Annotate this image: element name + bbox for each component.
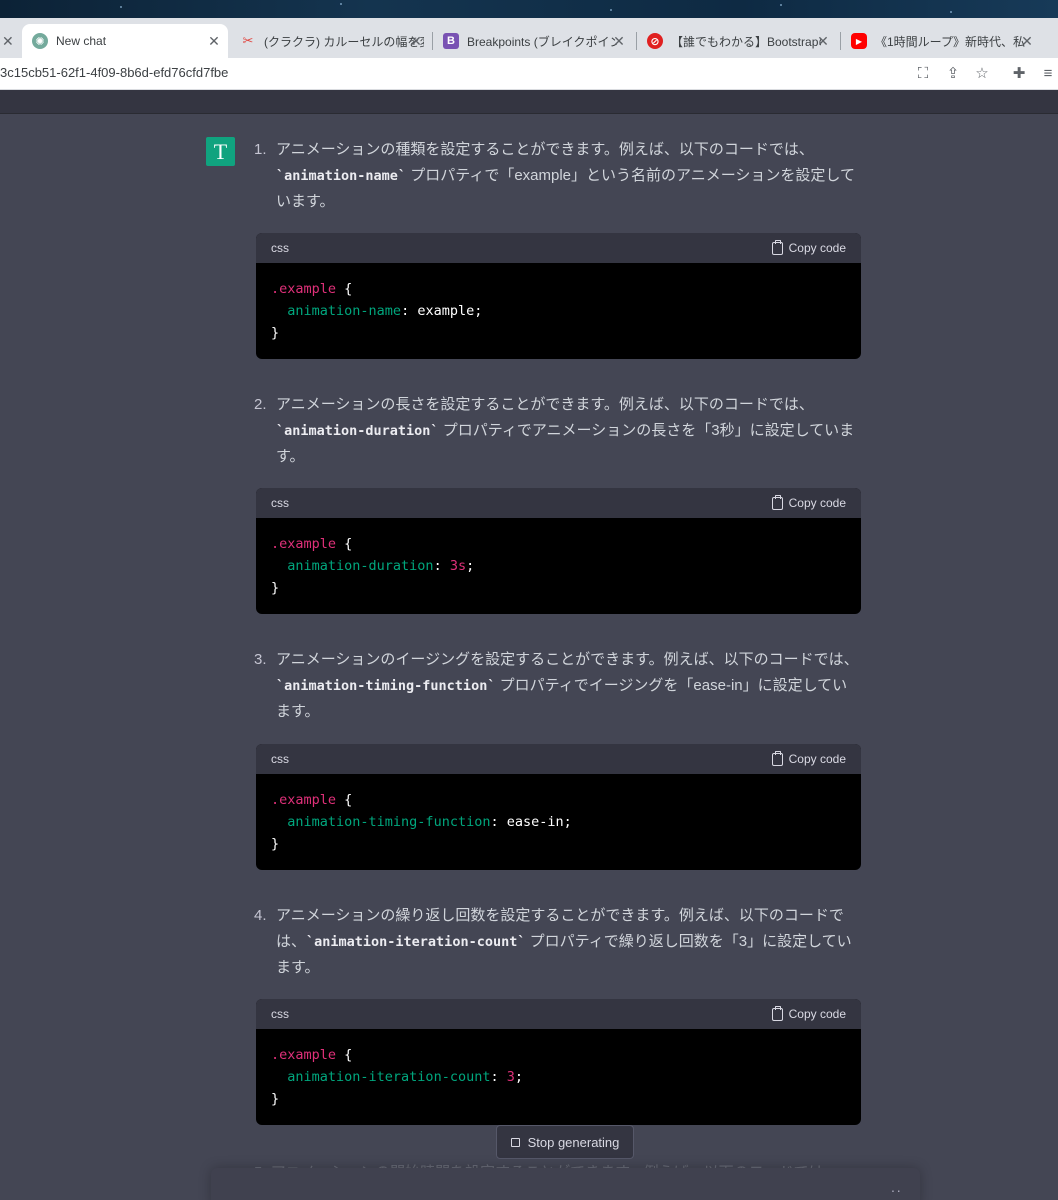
browser-tab-bar: ✕ ✺ New chat ✕ ✂ (クラクラ) カルーセルの幅を変 ✕ B Br… [0,18,1058,58]
tab-carousel[interactable]: ✂ (クラクラ) カルーセルの幅を変 ✕ [230,24,430,58]
tab-title: 《1時間ループ》新時代、私は [875,34,1025,49]
code-language: css [271,752,289,766]
copy-code-button[interactable]: Copy code [771,1005,846,1021]
close-icon[interactable]: ✕ [408,33,424,49]
typing-dots-icon: ·· [890,1182,902,1198]
tab-youtube-loop[interactable]: ▶ 《1時間ループ》新時代、私は ✕ [841,24,1041,58]
stop-generating-label: Stop generating [527,1134,620,1150]
bookmark-star-icon[interactable]: ☆ [971,63,993,85]
stop-icon [510,1137,520,1147]
message-input[interactable]: ·· [211,1168,920,1200]
close-icon[interactable]: ✕ [1019,33,1035,49]
copy-code-button[interactable]: Copy code [771,239,846,255]
clipboard-icon [771,494,783,510]
list-number: 3. [254,651,267,668]
list-item-text: アニメーションの種類を設定することができます。例えば、以下のコードでは、`ani… [276,141,855,210]
inline-code: `animation-timing-function` [276,678,496,694]
code-content: .example { animation-iteration-count: 3;… [271,1047,524,1107]
list-item-text: アニメーションの繰り返し回数を設定することができます。例えば、以下のコードでは、… [276,907,852,976]
close-icon[interactable]: ✕ [2,33,14,50]
stop-generating-button[interactable]: Stop generating [496,1125,634,1159]
copy-code-button[interactable]: Copy code [771,494,846,510]
inline-code: `animation-duration` [276,423,439,439]
code-block: css Copy code .example { animation-durat… [256,488,861,614]
translate-icon[interactable]: ⛶ [912,63,934,85]
code-language: css [271,241,289,255]
list-item-text: アニメーションの長さを設定することができます。例えば、以下のコードでは、`ani… [276,396,855,465]
list-item-text: アニメーションのイージングを設定することができます。例えば、以下のコードでは、`… [276,651,859,720]
url-field[interactable]: 3c15cb51-62f1-4f09-8b6d-efd76cfd7fbe [0,65,228,80]
tab-bootstrap-article[interactable]: ⊘ 【誰でもわかる】Bootstrapの ✕ [637,24,837,58]
list-number: 1. [254,141,267,158]
code-block: css Copy code .example { animation-name:… [256,233,861,359]
tab-title: Breakpoints (ブレイクポイン [467,34,617,49]
close-icon[interactable]: ✕ [206,33,222,49]
address-bar: 3c15cb51-62f1-4f09-8b6d-efd76cfd7fbe ⛶ ⇪… [0,58,1058,90]
bootstrap-icon: B [443,33,459,49]
share-icon[interactable]: ⇪ [942,63,964,85]
code-content: .example { animation-name: example; } [271,281,483,341]
red-logo-icon: ⊘ [647,33,663,49]
close-icon[interactable]: ✕ [815,33,831,49]
copy-code-button[interactable]: Copy code [771,750,846,766]
clipboard-icon [771,239,783,255]
list-number: 2. [254,396,267,413]
tab-new-chat[interactable]: ✺ New chat ✕ [22,24,228,58]
code-language: css [271,496,289,510]
tab-title: (クラクラ) カルーセルの幅を変 [264,34,424,49]
youtube-icon: ▶ [851,33,867,49]
desktop-wallpaper-strip [0,0,1058,18]
chat-top-strip [0,90,1058,114]
code-block: css Copy code .example { animation-timin… [256,744,861,870]
close-icon[interactable]: ✕ [611,33,627,49]
code-content: .example { animation-timing-function: ea… [271,792,572,852]
tab-title: 【誰でもわかる】Bootstrapの [671,34,821,49]
reading-list-icon[interactable]: ≡ [1037,63,1058,85]
clipboard-icon [771,1005,783,1021]
extensions-icon[interactable]: ✚ [1008,63,1030,85]
code-content: .example { animation-duration: 3s; } [271,536,475,596]
clipboard-icon [771,750,783,766]
assistant-avatar: T [206,137,235,166]
crab-icon: ✂ [242,33,254,48]
inline-code: `animation-iteration-count` [306,934,526,950]
list-number: 4. [254,907,267,924]
code-block: css Copy code .example { animation-itera… [256,999,861,1125]
inline-code: `animation-name` [276,168,407,184]
code-language: css [271,1007,289,1021]
openai-icon: ✺ [32,33,48,49]
tab-breakpoints[interactable]: B Breakpoints (ブレイクポイン ✕ [433,24,633,58]
tab-title: New chat [56,34,107,48]
